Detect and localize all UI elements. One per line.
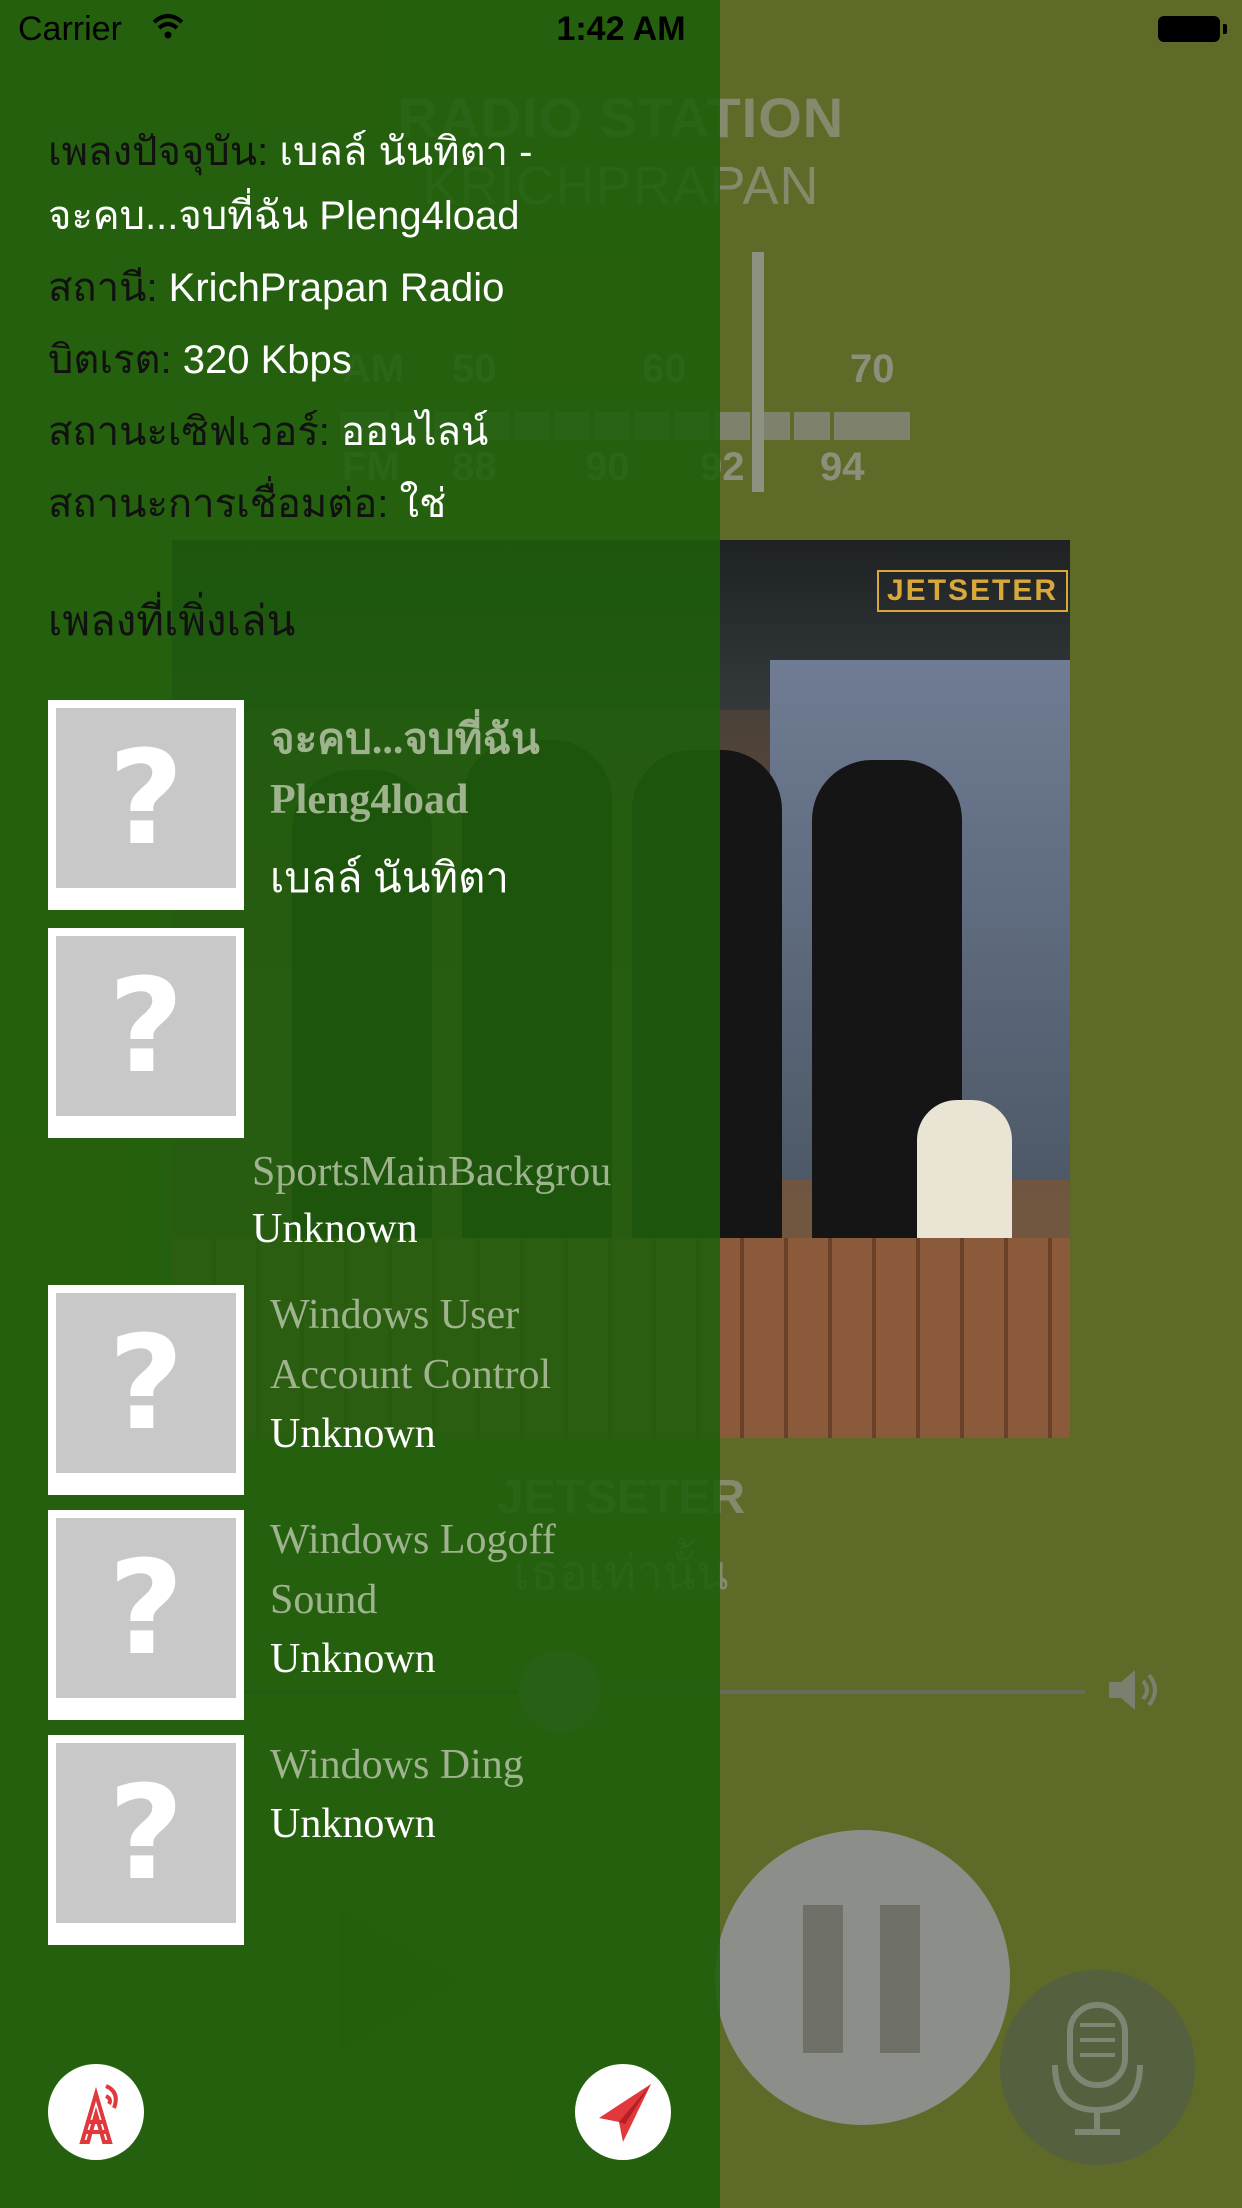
now-playing-value: เบลล์ นันทิตา - — [268, 130, 533, 174]
recent-song-thumbnail[interactable]: ? — [48, 1510, 244, 1720]
paper-plane-icon — [599, 2084, 651, 2142]
station-label: สถานี: — [48, 266, 158, 310]
connection-status-value: ใช่ — [388, 482, 447, 526]
station-value: KrichPrapan Radio — [157, 266, 505, 310]
now-playing-label: เพลงปัจจุบัน: — [48, 130, 269, 174]
placeholder-question-icon: ? — [56, 1518, 236, 1698]
recent-song-thumbnail[interactable]: ? — [48, 1285, 244, 1495]
tuner-am-tick: 70 — [850, 347, 895, 391]
recent-song-title[interactable]: Windows User — [270, 1285, 519, 1345]
bitrate-label: บิตเรต: — [48, 338, 172, 382]
placeholder-question-icon: ? — [56, 1293, 236, 1473]
connection-status-row: สถานะการเชื่อมต่อ: ใช่ — [48, 468, 532, 540]
recent-song-thumbnail[interactable]: ? — [48, 700, 244, 910]
tuner-needle — [752, 252, 764, 492]
paper-plane-button[interactable] — [575, 2064, 671, 2160]
now-playing-row: เพลงปัจจุบัน: เบลล์ นันทิตา - — [48, 116, 532, 188]
recent-song-thumbnail[interactable]: ? — [48, 928, 244, 1138]
microphone-button[interactable] — [1000, 1970, 1195, 2165]
connection-status-label: สถานะการเชื่อมต่อ: — [48, 482, 389, 526]
recent-song-title[interactable]: SportsMainBackgrou — [252, 1142, 611, 1202]
placeholder-question-icon: ? — [56, 936, 236, 1116]
status-time: 1:42 AM — [556, 10, 686, 48]
recent-song-artist: Unknown — [270, 1801, 436, 1847]
album-art-logo: JETSETER — [877, 570, 1069, 612]
radio-tower-button[interactable] — [48, 2064, 144, 2160]
recent-song-title[interactable]: Windows Logoff — [270, 1510, 556, 1570]
recent-song-title[interactable]: Windows Ding — [270, 1735, 524, 1795]
recent-song-artist: Unknown — [252, 1206, 418, 1252]
tuner-fm-tick: 94 — [820, 445, 865, 489]
station-info: เพลงปัจจุบัน: เบลล์ นันทิตา - จะคบ...จบท… — [48, 116, 532, 540]
side-panel: เพลงปัจจุบัน: เบลล์ นันทิตา - จะคบ...จบท… — [0, 0, 720, 2208]
recent-song-title-continued[interactable]: Sound — [270, 1570, 377, 1630]
pause-button[interactable] — [715, 1830, 1010, 2125]
server-status-value: ออนไลน์ — [329, 410, 489, 454]
microphone-icon — [1052, 2002, 1143, 2135]
bitrate-value: 320 Kbps — [171, 338, 352, 382]
recent-song-artist: เบลล์ นันทิตา — [270, 856, 509, 902]
server-status-label: สถานะเซิฟเวอร์: — [48, 410, 330, 454]
status-bar: Carrier 1:42 AM — [0, 0, 1242, 60]
placeholder-question-icon: ? — [56, 708, 236, 888]
recent-song-title[interactable]: จะคบ...จบที่ฉัน — [270, 710, 540, 770]
recent-song-title-continued[interactable]: Pleng4load — [270, 770, 468, 830]
bitrate-row: บิตเรต: 320 Kbps — [48, 324, 532, 396]
radio-tower-icon — [79, 2084, 118, 2144]
speaker-icon — [1109, 1670, 1157, 1710]
recent-songs-title: เพลงที่เพิ่งเล่น — [48, 597, 296, 644]
now-playing-value-continued: จะคบ...จบที่ฉัน Pleng4load — [48, 194, 520, 238]
recent-song-artist: Unknown — [270, 1636, 436, 1682]
server-status-row: สถานะเซิฟเวอร์: ออนไลน์ — [48, 396, 532, 468]
station-row: สถานี: KrichPrapan Radio — [48, 252, 532, 324]
battery-icon — [1158, 16, 1227, 42]
recent-song-title-continued[interactable]: Account Control — [270, 1345, 551, 1405]
recent-song-thumbnail[interactable]: ? — [48, 1735, 244, 1945]
placeholder-question-icon: ? — [56, 1743, 236, 1923]
recent-song-artist: Unknown — [270, 1411, 436, 1457]
